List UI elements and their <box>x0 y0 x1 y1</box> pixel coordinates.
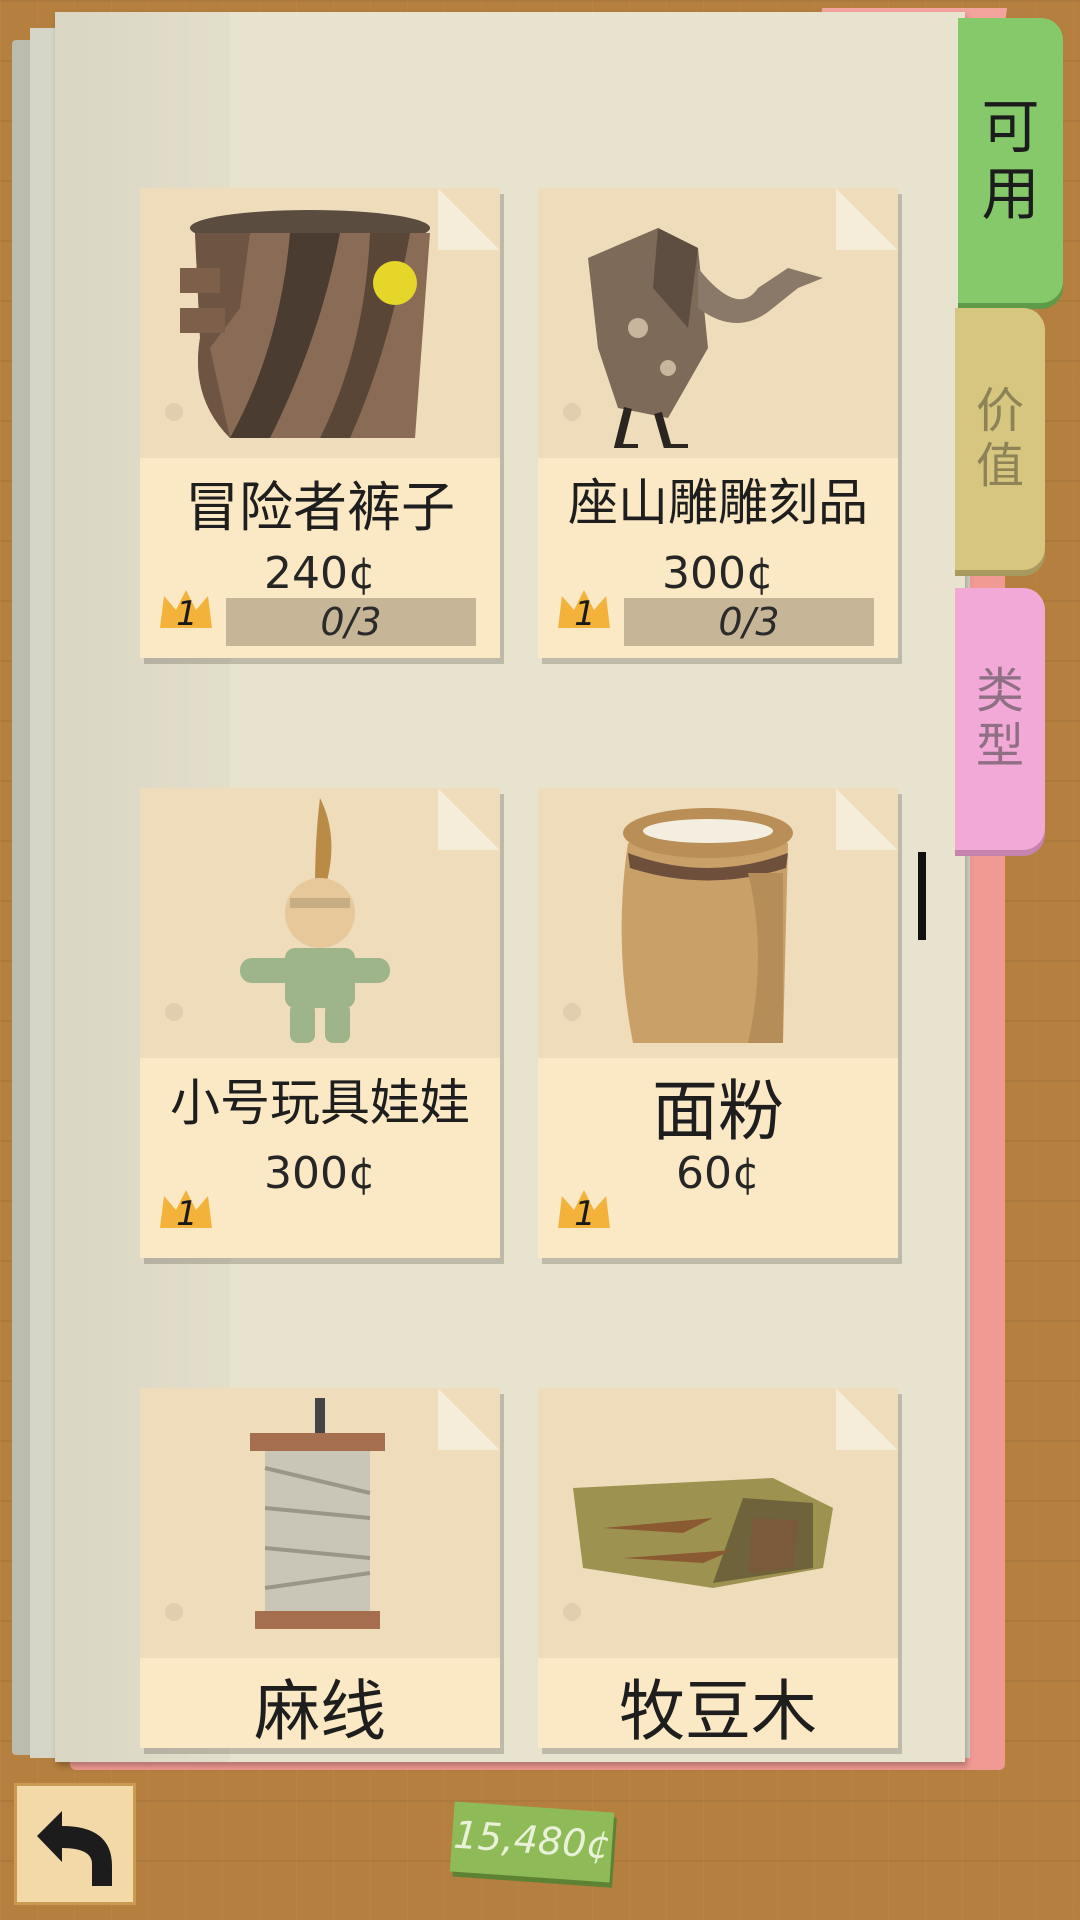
progress-bar: 0/3 <box>226 598 476 646</box>
tab-label: 用 <box>981 159 1040 228</box>
item-level: 1 <box>574 1194 596 1234</box>
item-card[interactable]: 小号玩具娃娃 300¢ 1 <box>140 788 500 1258</box>
item-name: 小号玩具娃娃 <box>170 1074 470 1132</box>
item-level: 1 <box>574 594 596 634</box>
progress-text: 0/3 <box>320 600 382 644</box>
pants-icon <box>180 210 430 438</box>
tab-label: 价 <box>975 382 1024 439</box>
back-button[interactable] <box>14 1783 136 1905</box>
item-level: 1 <box>176 594 198 634</box>
item-card[interactable]: 牧豆木 <box>538 1388 898 1750</box>
item-name: 麻线 <box>254 1673 386 1750</box>
tab-value[interactable]: 价 值 <box>955 308 1045 570</box>
tab-label: 可 <box>981 92 1040 161</box>
item-level: 1 <box>176 1194 198 1234</box>
back-arrow-icon <box>37 1811 112 1886</box>
item-card[interactable]: 冒险者裤子 240¢ 1 0/3 <box>140 188 500 658</box>
scrollbar[interactable] <box>918 852 926 940</box>
toy-doll-icon <box>240 798 390 1043</box>
mesquite-wood-icon <box>573 1478 833 1588</box>
flour-sack-icon <box>621 808 793 1043</box>
twine-spool-icon <box>250 1398 385 1629</box>
vulture-carving-icon <box>588 228 823 448</box>
item-card[interactable]: 面粉 60¢ 1 <box>538 788 898 1258</box>
item-name: 面粉 <box>652 1073 784 1150</box>
tab-type[interactable]: 类 型 <box>955 588 1045 850</box>
money-amount: 15,480¢ <box>452 1812 613 1868</box>
item-name: 冒险者裤子 <box>185 476 455 539</box>
money-display: 15,480¢ <box>449 1801 615 1883</box>
tab-label: 类 <box>975 662 1024 719</box>
tab-label: 值 <box>975 438 1024 494</box>
item-card[interactable]: 麻线 <box>140 1388 500 1750</box>
tab-available[interactable]: 可 用 <box>958 18 1063 303</box>
item-card[interactable]: 座山雕雕刻品 300¢ 1 0/3 <box>538 188 898 658</box>
progress-bar: 0/3 <box>624 598 874 646</box>
progress-text: 0/3 <box>718 600 780 644</box>
item-name: 牧豆木 <box>619 1673 817 1750</box>
tab-label: 型 <box>975 718 1024 774</box>
item-name: 座山雕雕刻品 <box>568 474 868 532</box>
